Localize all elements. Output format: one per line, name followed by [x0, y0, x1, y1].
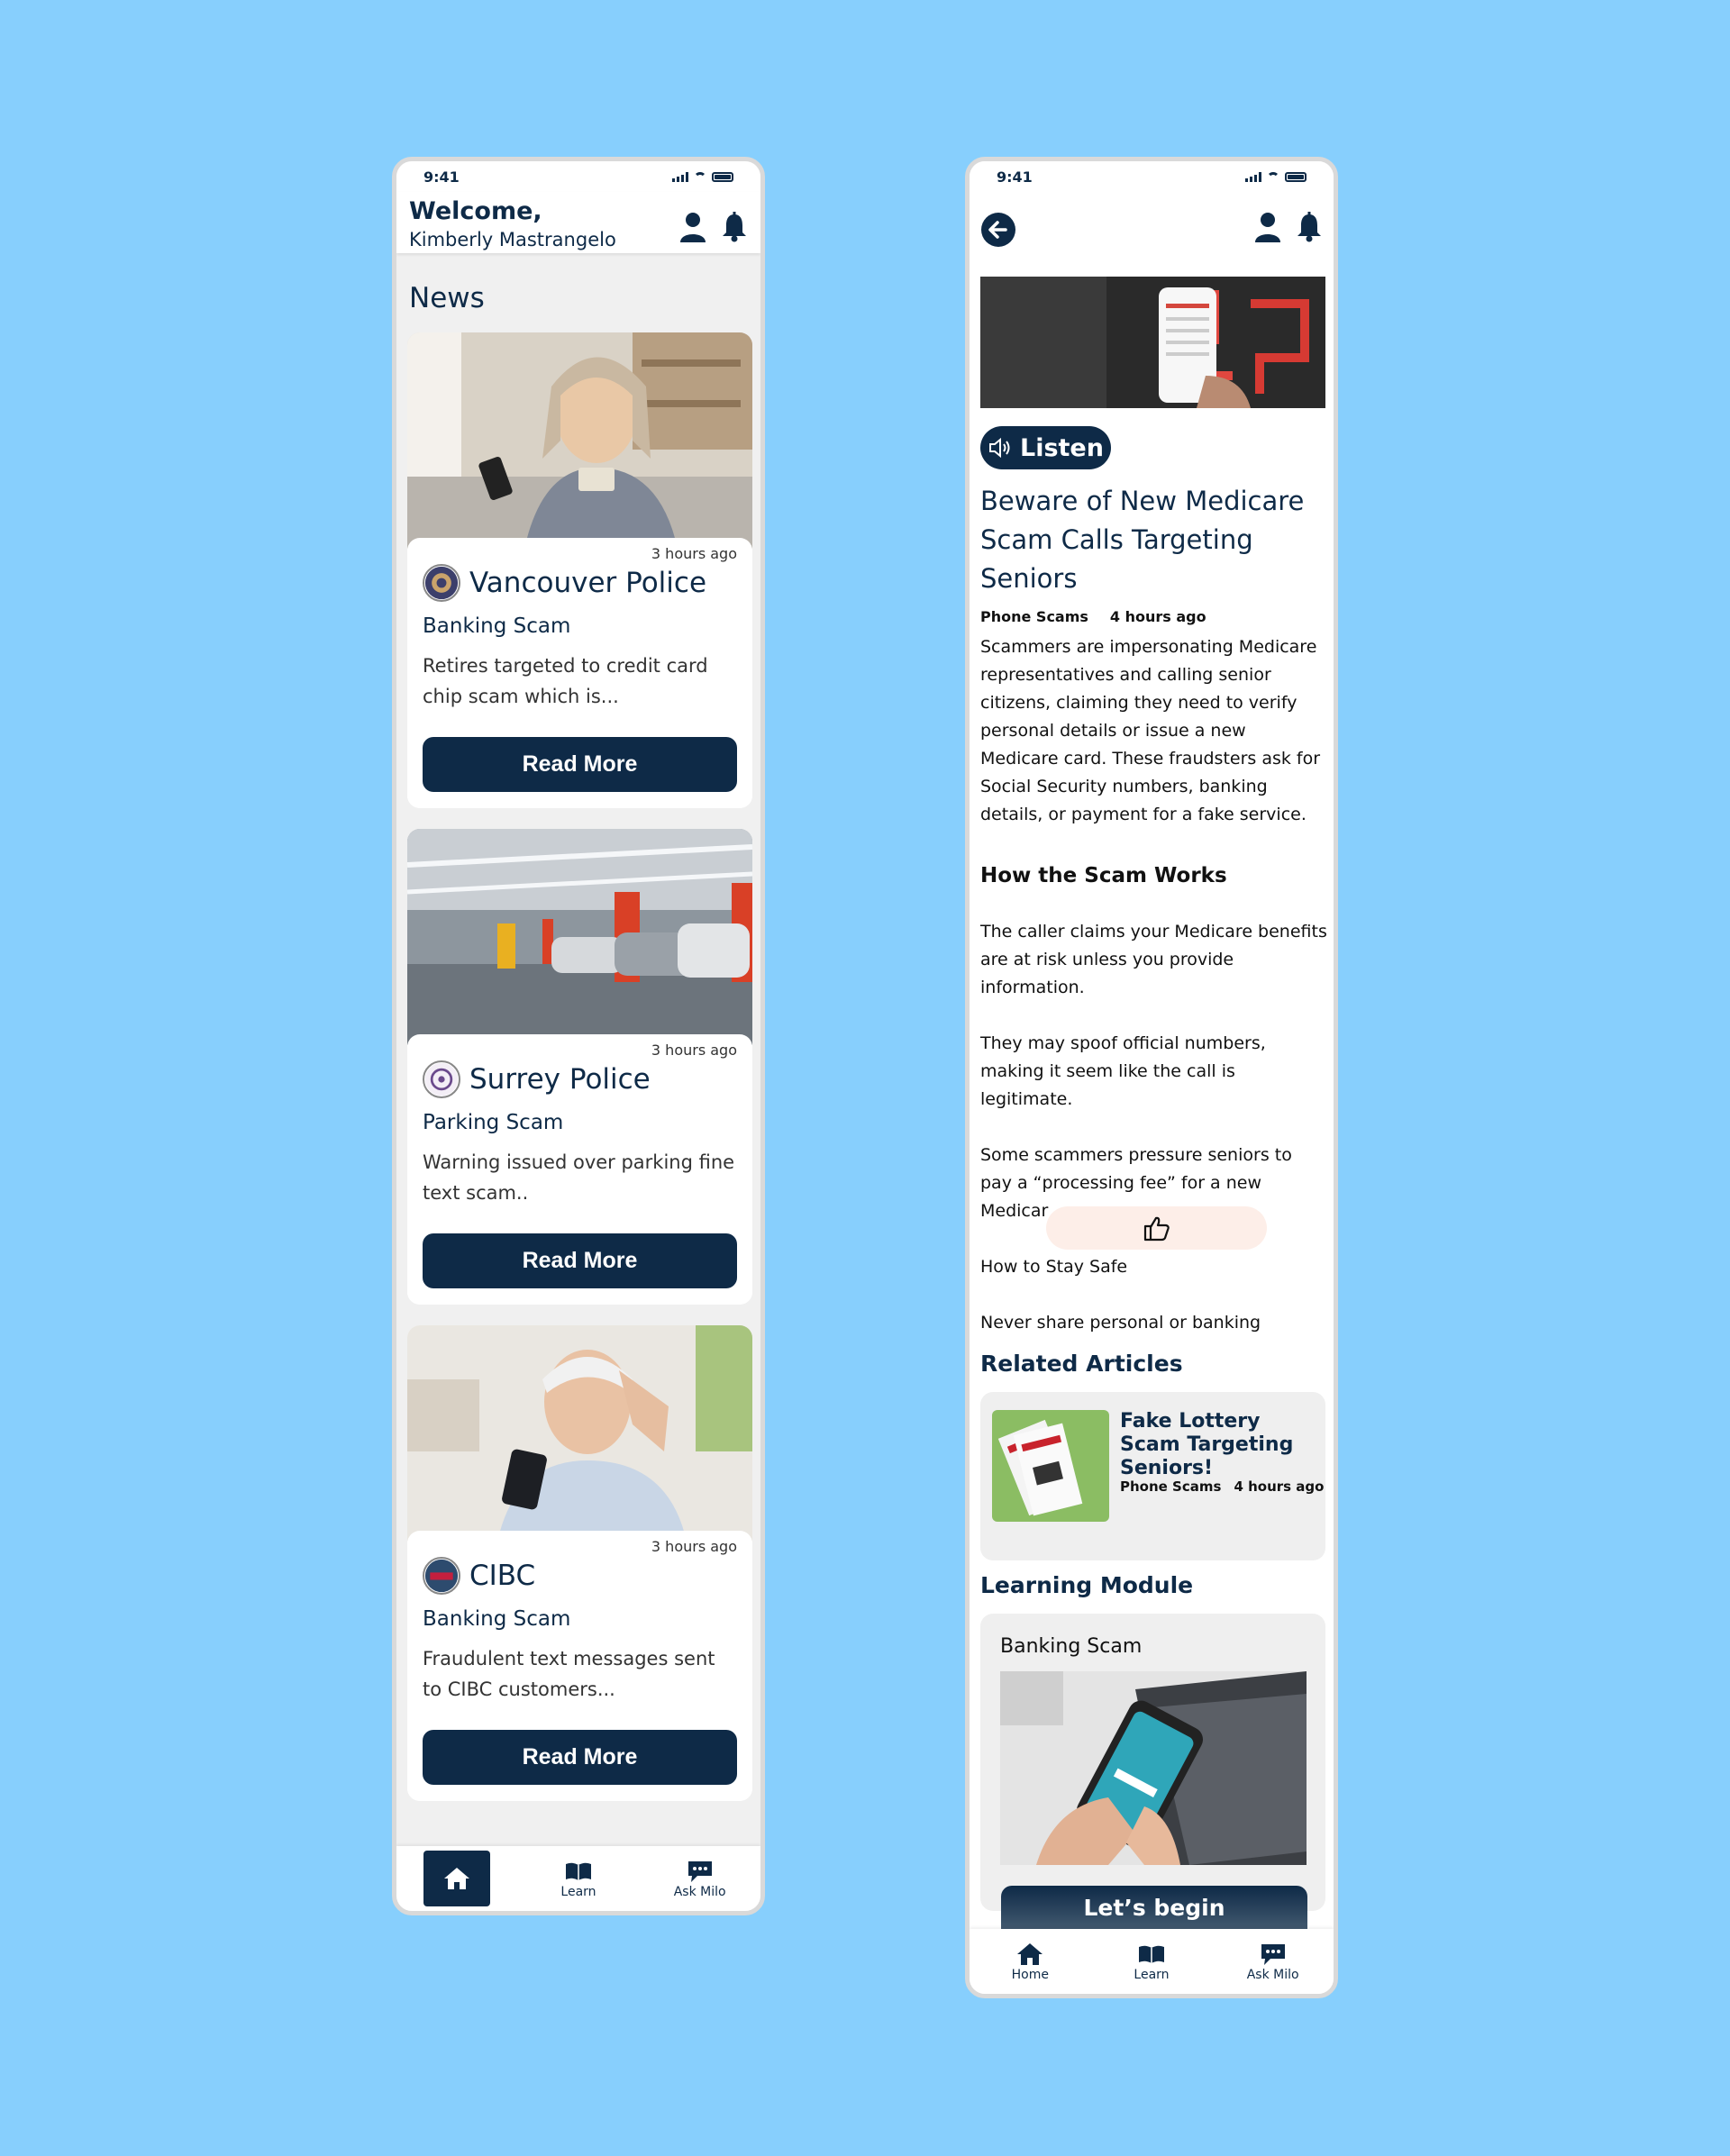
- article-time: 4 hours ago: [1109, 608, 1206, 625]
- tab-label: Learn: [1134, 1968, 1170, 1982]
- wifi-icon: [1267, 172, 1279, 181]
- header-actions: [1254, 212, 1323, 242]
- news-source-name: Surrey Police: [469, 1063, 651, 1096]
- tab-learn[interactable]: Learn: [545, 1851, 612, 1906]
- header-actions: [679, 212, 748, 242]
- battery-icon: [1285, 171, 1307, 182]
- tab-label: Learn: [560, 1885, 596, 1899]
- related-category: Phone Scams: [1120, 1478, 1222, 1495]
- tab-ask-milo[interactable]: Ask Milo: [667, 1851, 733, 1906]
- related-time: 4 hours ago: [1234, 1478, 1325, 1495]
- news-source: CIBC: [423, 1557, 737, 1595]
- tab-label: Home: [1011, 1968, 1049, 1982]
- book-icon: [1138, 1945, 1164, 1963]
- status-icons: [1245, 171, 1307, 182]
- battery-icon: [712, 171, 733, 182]
- news-card[interactable]: 3 hours ago Vancouver Police Banking Sca…: [407, 332, 752, 808]
- news-image-senior-man-with-phone: [407, 1325, 752, 1542]
- notification-bell-icon[interactable]: [721, 212, 748, 242]
- status-bar: 9:41: [396, 161, 760, 192]
- vancouver-police-logo-icon: [423, 564, 460, 602]
- news-source-name: Vancouver Police: [469, 567, 707, 599]
- article-category: Phone Scams: [980, 608, 1088, 625]
- news-source: Surrey Police: [423, 1060, 737, 1098]
- lets-begin-button[interactable]: Let’s begin: [1001, 1886, 1307, 1929]
- home-icon: [444, 1868, 470, 1889]
- news-card[interactable]: 3 hours ago CIBC Banking Scam Fraudulent…: [407, 1325, 752, 1801]
- chat-icon: [687, 1861, 712, 1882]
- cibc-logo-icon: [423, 1557, 460, 1595]
- reaction-bar: [1046, 1206, 1267, 1250]
- news-snippet: Warning issued over parking fine text sc…: [423, 1151, 735, 1204]
- tab-label: Ask Milo: [1246, 1968, 1299, 1982]
- news-scam-type: Banking Scam: [423, 614, 571, 638]
- status-bar: 9:41: [970, 161, 1334, 192]
- news-time: 3 hours ago: [651, 1538, 737, 1555]
- home-header: Welcome, Kimberly Mastrangelo: [396, 192, 760, 253]
- back-arrow-icon[interactable]: [980, 212, 1016, 248]
- stay-safe-text: How to Stay Safe: [980, 1257, 1128, 1277]
- listen-label: Listen: [1020, 433, 1104, 462]
- home-screen: 9:41 Welcome, Kimberly Mastrangelo News: [392, 157, 765, 1915]
- read-more-button[interactable]: Read More: [423, 1233, 737, 1288]
- article-meta: Phone Scams 4 hours ago: [980, 608, 1206, 625]
- article-title: Beware of New Medicare Scam Calls Target…: [980, 486, 1305, 594]
- tab-home[interactable]: Home: [997, 1933, 1063, 1989]
- news-image-parking-garage: [407, 829, 752, 1045]
- profile-icon[interactable]: [679, 212, 706, 242]
- article-intro: Scammers are impersonating Medicare repr…: [980, 637, 1321, 824]
- thumbs-up-icon[interactable]: [1142, 1214, 1172, 1242]
- learning-module-card[interactable]: Banking Scam: [980, 1614, 1325, 1911]
- article-hero-image-phone: [980, 277, 1325, 408]
- bottom-tab-bar: Learn Ask Milo: [396, 1846, 760, 1911]
- home-icon: [1017, 1943, 1043, 1965]
- news-card[interactable]: 3 hours ago Surrey Police Parking Scam W…: [407, 829, 752, 1305]
- article-paragraph: Never share personal or banking: [980, 1313, 1261, 1333]
- article-paragraph: They may spoof official numbers, making …: [980, 1033, 1266, 1109]
- article-screen: 9:41 Listen Beware of New Medicare Scam …: [965, 157, 1338, 1998]
- surrey-police-logo-icon: [423, 1060, 460, 1098]
- related-article-title: Fake Lottery Scam Targeting Seniors!: [1120, 1410, 1294, 1479]
- news-heading: News: [409, 282, 485, 314]
- news-snippet: Fraudulent text messages sent to CIBC cu…: [423, 1648, 715, 1700]
- news-source-name: CIBC: [469, 1560, 536, 1592]
- status-time: 9:41: [997, 168, 1033, 186]
- notification-bell-icon[interactable]: [1296, 212, 1323, 242]
- bottom-tab-bar: Home Learn Ask Milo: [970, 1929, 1334, 1994]
- tab-home[interactable]: [423, 1851, 491, 1906]
- learning-module-title: Banking Scam: [1000, 1635, 1143, 1658]
- chat-icon: [1261, 1944, 1285, 1965]
- related-article-card[interactable]: Fake Lottery Scam Targeting Seniors! Pho…: [980, 1392, 1325, 1560]
- news-scam-type: Banking Scam: [423, 1607, 571, 1631]
- how-scam-works-heading: How the Scam Works: [980, 864, 1227, 887]
- speaker-icon: [989, 437, 1010, 459]
- book-icon: [565, 1862, 591, 1880]
- related-articles-heading: Related Articles: [980, 1351, 1183, 1377]
- news-time: 3 hours ago: [651, 545, 737, 562]
- tab-label: Ask Milo: [673, 1885, 726, 1899]
- profile-icon[interactable]: [1254, 212, 1281, 242]
- signal-icon: [672, 171, 688, 182]
- tab-learn[interactable]: Learn: [1118, 1933, 1185, 1989]
- news-source: Vancouver Police: [423, 564, 737, 602]
- related-article-meta: Phone Scams 4 hours ago: [1120, 1478, 1324, 1495]
- signal-icon: [1245, 171, 1261, 182]
- news-image-woman-with-phone: [407, 332, 752, 549]
- read-more-button[interactable]: Read More: [423, 1730, 737, 1785]
- banking-app-image: [1000, 1671, 1307, 1865]
- read-more-button[interactable]: Read More: [423, 737, 737, 792]
- status-time: 9:41: [423, 168, 460, 186]
- article-paragraph: The caller claims your Medicare benefits…: [980, 922, 1327, 997]
- learning-module-heading: Learning Module: [980, 1572, 1194, 1598]
- tab-ask-milo[interactable]: Ask Milo: [1240, 1933, 1307, 1989]
- wifi-icon: [694, 172, 706, 181]
- status-icons: [672, 171, 733, 182]
- listen-button[interactable]: Listen: [980, 426, 1111, 469]
- news-scam-type: Parking Scam: [423, 1111, 564, 1134]
- lottery-ticket-image: [992, 1410, 1109, 1522]
- news-time: 3 hours ago: [651, 1042, 737, 1059]
- news-snippet: Retires targeted to credit card chip sca…: [423, 655, 708, 707]
